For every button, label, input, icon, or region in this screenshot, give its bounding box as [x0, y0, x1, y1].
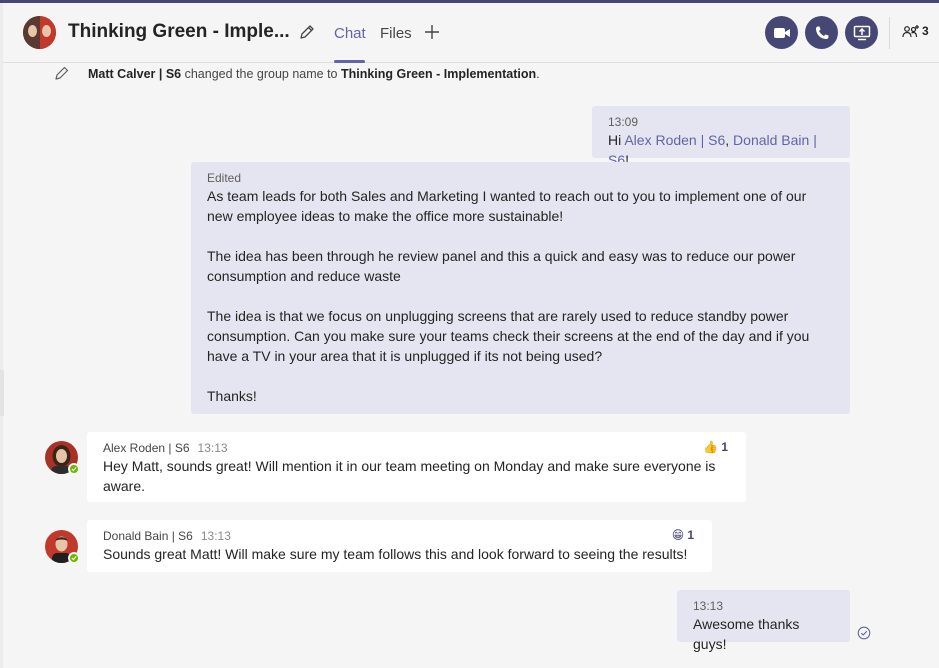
mention-alex[interactable]: Alex Roden | S6 — [624, 132, 725, 148]
message-bubble-sent[interactable]: 13:09 Hi Alex Roden | S6, Donald Bain | … — [592, 106, 850, 168]
edited-label: Edited — [207, 171, 242, 185]
left-edge — [0, 3, 3, 668]
system-message: Matt Calver | S6 changed the group name … — [88, 67, 540, 81]
message-text: As team leads for both Sales and Marketi… — [207, 188, 810, 404]
avatar[interactable] — [45, 530, 80, 564]
presence-available-icon — [68, 463, 80, 475]
message-bubble-received[interactable]: Donald Bain | S6 13:13 Sounds great Matt!… — [87, 520, 712, 572]
tab-chat-underline — [334, 60, 365, 63]
reaction-count: 1 — [721, 440, 728, 454]
sender-name[interactable]: Alex Roden | S6 — [103, 441, 190, 455]
reaction-laugh[interactable]: 😁 1 — [672, 528, 694, 542]
message-time: 13:13 — [693, 599, 724, 613]
message-bubble-sent[interactable]: 13:13 Awesome thanks guys! — [677, 590, 850, 652]
audio-call-button[interactable] — [805, 16, 838, 49]
share-screen-button[interactable] — [845, 16, 878, 49]
message-text: Hey Matt, sounds great! Will mention it … — [103, 458, 716, 494]
video-call-button[interactable] — [765, 16, 798, 49]
group-avatar[interactable] — [23, 16, 56, 49]
laugh-icon: 😁 — [671, 528, 685, 542]
presence-available-icon — [68, 552, 80, 564]
participants-icon — [902, 25, 919, 38]
tab-files[interactable]: Files — [380, 25, 412, 42]
phone-icon — [815, 26, 828, 39]
pencil-icon — [55, 66, 69, 80]
reaction-count: 1 — [687, 528, 694, 542]
message-time: 13:13 — [200, 529, 231, 543]
like-icon: 👍 — [703, 440, 719, 454]
message-time: 13:13 — [197, 441, 228, 455]
sender-name[interactable]: Donald Bain | S6 — [103, 529, 193, 543]
pencil-icon[interactable] — [298, 23, 316, 41]
participant-count: 3 — [922, 24, 929, 38]
message-text: Sounds great Matt! Will make sure my tea… — [103, 546, 688, 562]
chat-header: Thinking Green - Imple... Chat Files 3 — [3, 3, 939, 63]
video-icon — [773, 27, 790, 38]
system-actor[interactable]: Matt Calver | S6 — [88, 67, 181, 81]
message-text: Awesome thanks guys! — [693, 616, 800, 652]
participants-button[interactable]: 3 — [902, 24, 929, 38]
left-edge-mark — [0, 370, 4, 416]
message-bubble-received[interactable]: Alex Roden | S6 13:13 Hey Matt, sounds gr… — [87, 432, 746, 502]
chat-title[interactable]: Thinking Green - Imple... — [68, 21, 290, 43]
tab-chat[interactable]: Chat — [334, 25, 366, 42]
plus-icon[interactable] — [423, 23, 441, 41]
header-divider — [889, 17, 890, 49]
message-time: 13:09 — [608, 115, 639, 129]
message-bubble-sent[interactable]: Edited As team leads for both Sales and … — [191, 162, 850, 414]
reaction-like[interactable]: 👍 1 — [703, 440, 728, 454]
share-screen-icon — [853, 25, 870, 40]
system-new-name: Thinking Green - Implementation — [340, 67, 537, 81]
avatar[interactable] — [45, 441, 80, 475]
read-receipt-icon — [857, 626, 871, 640]
